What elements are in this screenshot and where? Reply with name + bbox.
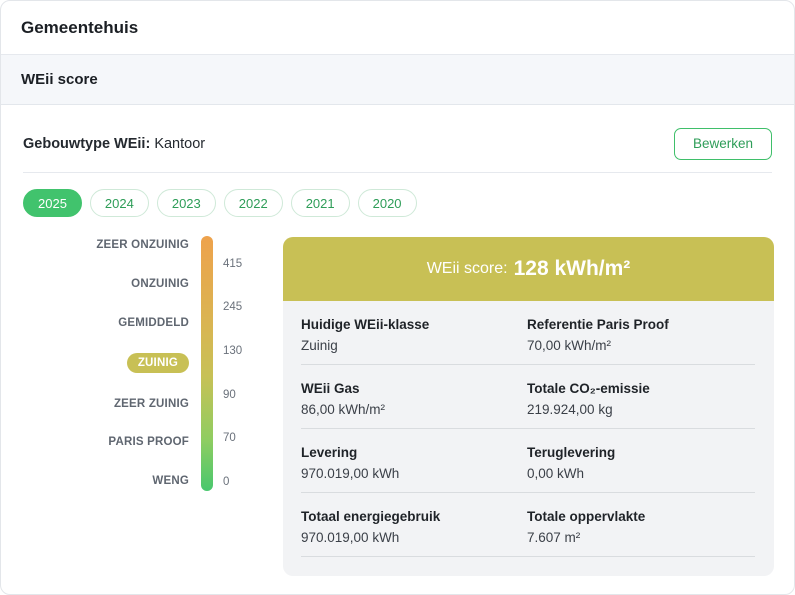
- section-title: WEii score: [21, 71, 98, 88]
- score-panel: WEii score: 128 kWh/m² Huidige WEii-klas…: [283, 237, 774, 576]
- scale-gradient-bar: [201, 236, 213, 491]
- scale-class-zeer-onzuinig: ZEER ONZUINIG: [96, 239, 189, 251]
- detail-label: WEii Gas: [301, 381, 360, 396]
- page-title: Gemeentehuis: [21, 17, 139, 37]
- detail-cell: Totale oppervlakte 7.607 m²: [527, 493, 753, 556]
- section-header: WEii score: [1, 55, 794, 105]
- scale-class-paris-proof: PARIS PROOF: [108, 436, 189, 448]
- score-details: Huidige WEii-klasse Zuinig Referentie Pari…: [301, 301, 755, 557]
- detail-cell: Referentie Paris Proof 70,00 kWh/m²: [527, 301, 753, 364]
- detail-cell: Totale CO₂-emissie 219.924,00 kg: [527, 365, 753, 428]
- scale-tick: 245: [223, 301, 243, 313]
- detail-value: Zuinig: [301, 338, 338, 353]
- detail-cell: Huidige WEii-klasse Zuinig: [301, 301, 527, 364]
- weii-scale: ZEER ONZUINIG ONZUINIG GEMIDDELD ZUINIG ZEER…: [1, 233, 271, 495]
- building-type-value: Kantoor: [154, 135, 206, 152]
- detail-row: Huidige WEii-klasse Zuinig Referentie Pari…: [301, 301, 755, 365]
- scale-tick: 90: [223, 389, 236, 401]
- year-tab-2025[interactable]: 2025: [23, 189, 82, 217]
- scale-class-weng: WENG: [152, 475, 189, 487]
- building-type: Gebouwtype WEii: Kantoor: [23, 136, 205, 152]
- year-tab-2021[interactable]: 2021: [290, 189, 350, 217]
- detail-value: 970.019,00 kWh: [301, 466, 400, 481]
- scale-class-zeer-zuinig: ZEER ZUINIG: [113, 398, 189, 410]
- detail-label: Totale CO₂-emissie: [527, 381, 650, 396]
- year-tab-2023[interactable]: 2023: [156, 189, 216, 217]
- scale-tick: 70: [223, 432, 236, 444]
- scale-tick: 130: [223, 345, 243, 357]
- detail-cell: WEii Gas 86,00 kWh/m²: [301, 365, 527, 428]
- scale-class-zuinig: ZUINIG: [126, 353, 189, 373]
- edit-button[interactable]: Bewerken: [674, 127, 772, 160]
- year-tab-2024[interactable]: 2024: [89, 189, 149, 217]
- year-tab-2022[interactable]: 2022: [223, 189, 283, 217]
- detail-row: Totaal energiegebruik 970.019,00 kWh Total…: [301, 493, 755, 557]
- detail-label: Referentie Paris Proof: [527, 317, 669, 332]
- score-header: WEii score: 128 kWh/m²: [283, 237, 774, 301]
- score-value: 128 kWh/m²: [513, 257, 631, 280]
- detail-label: Huidige WEii-klasse: [301, 317, 430, 332]
- detail-label: Teruglevering: [527, 445, 616, 460]
- detail-label: Levering: [301, 445, 358, 460]
- detail-value: 70,00 kWh/m²: [527, 338, 612, 353]
- score-label: WEii score:: [426, 260, 508, 277]
- building-type-label: Gebouwtype WEii:: [23, 135, 151, 152]
- detail-row: Levering 970.019,00 kWh Teruglevering 0,00 …: [301, 429, 755, 493]
- detail-value: 7.607 m²: [527, 530, 581, 545]
- detail-cell: Teruglevering 0,00 kWh: [527, 429, 753, 492]
- scale-tick: 0: [223, 476, 230, 488]
- scale-class-onzuinig: ONZUINIG: [131, 278, 189, 290]
- year-tab-2020[interactable]: 2020: [357, 189, 417, 217]
- scale-tick: 415: [223, 258, 243, 270]
- detail-value: 970.019,00 kWh: [301, 530, 400, 545]
- card-header: Gemeentehuis: [1, 1, 794, 55]
- detail-value: 86,00 kWh/m²: [301, 402, 386, 417]
- detail-cell: Totaal energiegebruik 970.019,00 kWh: [301, 493, 527, 556]
- weii-card: Gemeentehuis WEii score Gebouwtype WEii:…: [0, 0, 795, 595]
- scale-class-gemiddeld: GEMIDDELD: [118, 317, 189, 329]
- detail-label: Totaal energiegebruik: [301, 509, 441, 524]
- detail-value: 0,00 kWh: [527, 466, 585, 481]
- year-tabs: 2025 2024 2023 2022 2021 2020: [23, 189, 417, 217]
- detail-row: WEii Gas 86,00 kWh/m² Totale CO₂-emissie 21…: [301, 365, 755, 429]
- building-type-row: Gebouwtype WEii: Kantoor Bewerken: [23, 121, 772, 173]
- detail-label: Totale oppervlakte: [527, 509, 646, 524]
- detail-cell: Levering 970.019,00 kWh: [301, 429, 527, 492]
- detail-value: 219.924,00 kg: [527, 402, 613, 417]
